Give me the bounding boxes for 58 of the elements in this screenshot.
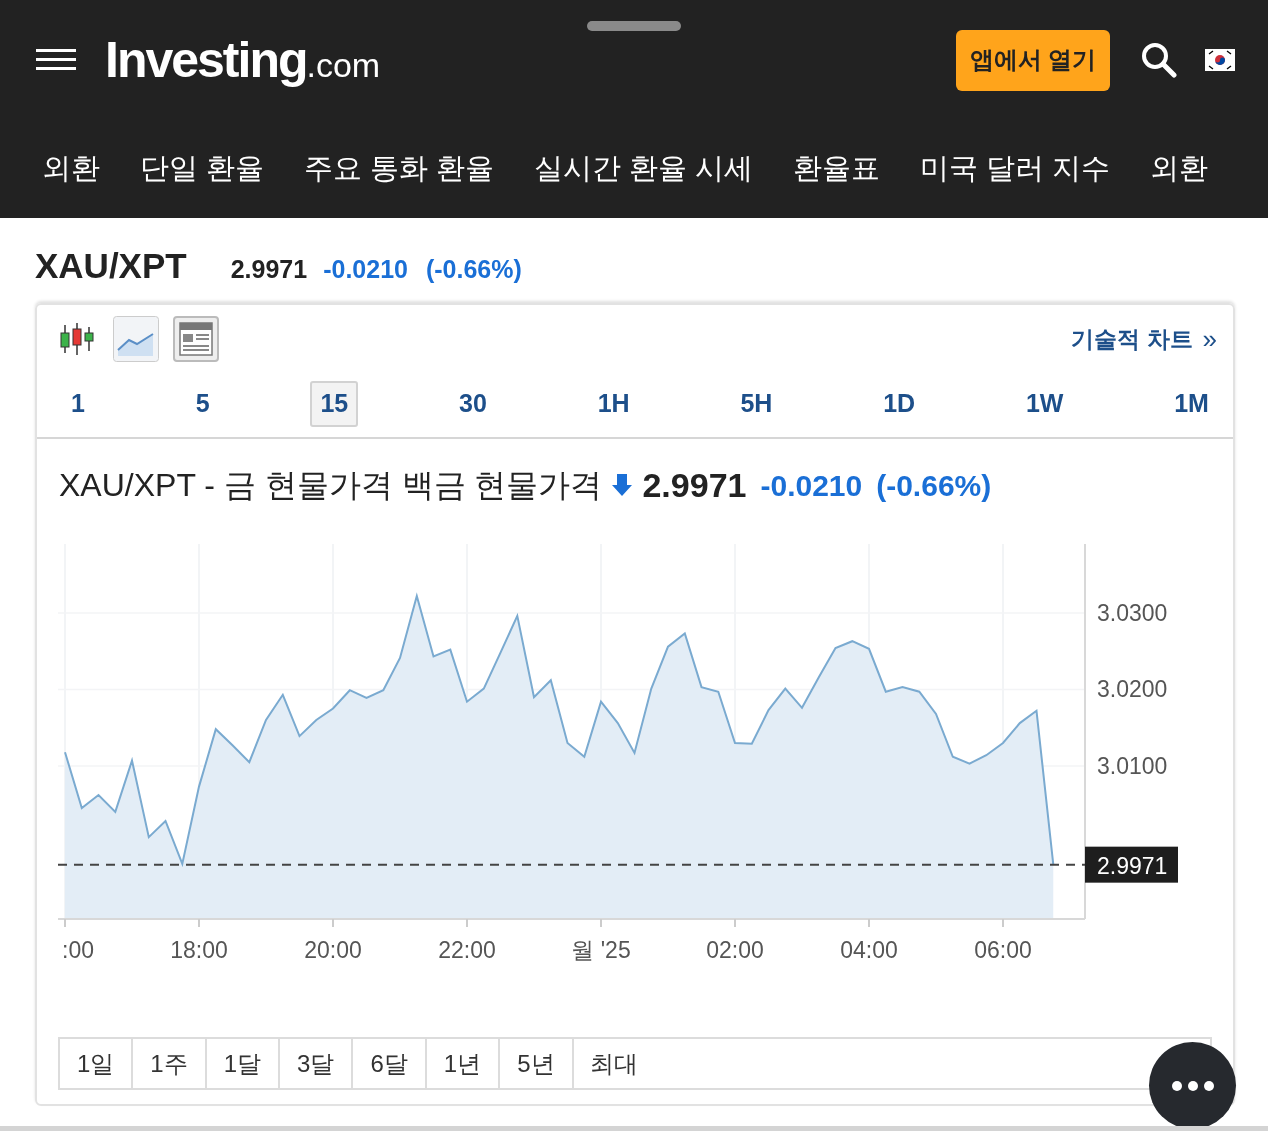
nav-tab[interactable]: 주요 통화 환율 xyxy=(304,147,495,191)
flag-icon[interactable] xyxy=(1205,49,1235,71)
symbol-title: XAU/XPT xyxy=(35,245,187,287)
line-chart-icon[interactable] xyxy=(113,316,159,362)
technical-chart-link[interactable]: 기술적 차트 » xyxy=(1071,319,1217,359)
drag-handle[interactable] xyxy=(587,21,681,31)
table-icon[interactable] xyxy=(173,316,219,362)
chart-price: 2.9971 xyxy=(642,464,747,506)
x-tick-label: 02:00 xyxy=(706,937,764,963)
quote-change: -0.0210 xyxy=(323,254,408,285)
search-icon[interactable] xyxy=(1141,42,1177,78)
logo-wordmark[interactable]: Investing xyxy=(105,22,307,98)
y-tick-label: 3.0200 xyxy=(1097,676,1168,703)
quote-price: 2.9971 xyxy=(230,254,308,285)
candlestick-icon[interactable] xyxy=(59,321,95,357)
nav-tab[interactable]: 미국 달러 지수 xyxy=(920,147,1111,191)
x-tick-label: 04:00 xyxy=(840,937,898,963)
chart-change: -0.0210 xyxy=(760,467,863,504)
range-button[interactable]: 1일 xyxy=(60,1039,134,1088)
more-icon xyxy=(1171,1080,1214,1091)
y-tick-label: 3.0100 xyxy=(1097,752,1168,779)
logo-suffix: .com xyxy=(306,44,381,86)
open-in-app-button[interactable]: 앱에서 열기 xyxy=(956,29,1110,91)
current-price-tag: 2.9971 xyxy=(1085,846,1178,883)
quote-change-percent: (-0.66%) xyxy=(425,254,522,285)
nav-tab[interactable]: 환율표 xyxy=(793,147,881,191)
range-button[interactable]: 5년 xyxy=(500,1039,574,1088)
down-arrow-icon xyxy=(612,474,633,496)
menu-icon[interactable] xyxy=(36,49,76,71)
range-button[interactable]: 최대 xyxy=(573,1039,654,1088)
interval-tab[interactable]: 1H xyxy=(587,381,640,427)
interval-tab[interactable]: 1 xyxy=(61,381,95,427)
nav-tab[interactable]: 외환 xyxy=(42,147,100,191)
range-button[interactable]: 6달 xyxy=(353,1039,427,1088)
range-button[interactable]: 3달 xyxy=(280,1039,354,1088)
interval-tab[interactable]: 1W xyxy=(1015,381,1074,427)
x-tick-label: 18:00 xyxy=(170,937,228,963)
y-tick-label: 3.0300 xyxy=(1097,599,1168,626)
nav-tab[interactable]: 외환 xyxy=(1150,147,1209,191)
interval-tab[interactable]: 5 xyxy=(185,381,220,427)
nav-tab[interactable]: 실시간 환율 시세 xyxy=(534,147,754,191)
x-tick-label: :00 xyxy=(62,937,94,963)
interval-tab[interactable]: 1D xyxy=(873,381,926,427)
range-button[interactable]: 1주 xyxy=(133,1039,207,1088)
x-tick-label: 06:00 xyxy=(974,937,1032,963)
interval-tab[interactable]: 30 xyxy=(449,381,497,427)
interval-tab[interactable]: 1M xyxy=(1164,381,1219,427)
more-options-button[interactable] xyxy=(1149,1042,1236,1129)
chart-title: XAU/XPT - 금 현물가격 백금 현물가격 xyxy=(59,466,603,505)
x-tick-label: 20:00 xyxy=(304,937,362,963)
x-tick-label: 22:00 xyxy=(438,937,496,963)
range-button[interactable]: 1년 xyxy=(426,1039,501,1088)
chart-change-percent: (-0.66%) xyxy=(876,467,992,504)
x-tick-label: 월 '25 xyxy=(571,937,631,963)
nav-tab[interactable]: 단일 환율 xyxy=(140,147,265,191)
interval-tab[interactable]: 15 xyxy=(310,381,359,427)
interval-tab[interactable]: 5H xyxy=(730,381,783,427)
range-button[interactable]: 1달 xyxy=(206,1039,281,1088)
